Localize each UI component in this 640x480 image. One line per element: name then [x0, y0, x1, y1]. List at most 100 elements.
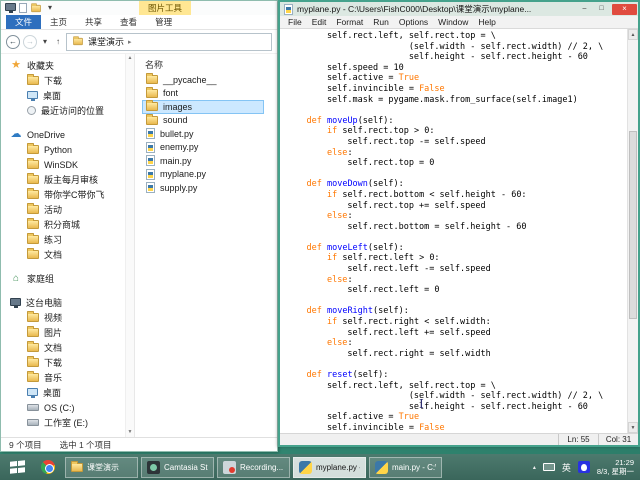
taskbar-button-camtasia[interactable]: Camtasia Stu...: [141, 457, 214, 478]
sidebar-item[interactable]: 桌面: [1, 88, 125, 103]
code-line[interactable]: self.invincible = False: [286, 423, 626, 433]
menu-run[interactable]: Run: [368, 17, 394, 27]
code-line[interactable]: else:: [286, 148, 626, 159]
menu-file[interactable]: File: [283, 17, 307, 27]
file-row[interactable]: myplane.py: [142, 168, 264, 182]
code-line[interactable]: self.rect.left = 0: [286, 285, 626, 296]
code-line[interactable]: [286, 232, 626, 243]
code-line[interactable]: [286, 296, 626, 307]
file-row[interactable]: __pycache__: [142, 73, 264, 87]
file-row[interactable]: enemy.py: [142, 141, 264, 155]
code-line[interactable]: self.rect.left += self.speed: [286, 328, 626, 339]
sidebar-item[interactable]: 带你学C带你飞: [1, 187, 125, 202]
code-line[interactable]: def reset(self):: [286, 370, 626, 381]
sidebar-item[interactable]: 桌面: [1, 385, 125, 400]
menu-window[interactable]: Window: [433, 17, 473, 27]
code-line[interactable]: self.rect.left, self.rect.top = \: [286, 31, 626, 42]
sidebar-item[interactable]: 图片: [1, 325, 125, 340]
address-box[interactable]: 课堂演示 ▸: [66, 33, 272, 51]
idle-titlebar[interactable]: myplane.py - C:\Users\FishC000\Desktop\课…: [280, 2, 638, 16]
ime-indicator[interactable]: 英: [562, 461, 571, 474]
taskbar-button-idle-main[interactable]: main.py - C:\...: [369, 457, 442, 478]
code-area[interactable]: self.rect.left, self.rect.top = \ (self.…: [286, 31, 626, 433]
editor-scroll-down-icon[interactable]: ▼: [628, 422, 638, 433]
sidebar-item[interactable]: WinSDK: [1, 157, 125, 172]
file-row[interactable]: font: [142, 87, 264, 101]
ribbon-tab-0[interactable]: 文件: [6, 15, 41, 29]
breadcrumb[interactable]: 课堂演示: [88, 35, 124, 48]
breadcrumb-chevron-icon[interactable]: ▸: [128, 38, 132, 46]
code-line[interactable]: self.invincible = False: [286, 84, 626, 95]
taskbar-button-start[interactable]: [3, 457, 31, 478]
code-line[interactable]: self.mask = pygame.mask.from_surface(sel…: [286, 95, 626, 106]
code-line[interactable]: self.rect.top += self.speed: [286, 201, 626, 212]
sidebar-item[interactable]: 积分商城: [1, 217, 125, 232]
code-line[interactable]: self.speed = 10: [286, 63, 626, 74]
sidebar-item[interactable]: Python: [1, 142, 125, 157]
sidebar-group-homegroup[interactable]: ⌂家庭组: [1, 271, 125, 286]
file-row[interactable]: main.py: [142, 154, 264, 168]
sidebar-scrollbar[interactable]: ▲ ▼: [125, 54, 134, 437]
code-line[interactable]: self.rect.left -= self.speed: [286, 264, 626, 275]
file-row[interactable]: sound: [142, 114, 264, 128]
sidebar-item[interactable]: 文档: [1, 247, 125, 262]
code-line[interactable]: [286, 105, 626, 116]
menu-help[interactable]: Help: [473, 17, 500, 27]
code-line[interactable]: self.rect.bottom = self.height - 60: [286, 222, 626, 233]
editor-scroll-up-icon[interactable]: ▲: [628, 29, 638, 40]
code-line[interactable]: self.height - self.rect.height - 60: [286, 402, 626, 413]
ribbon-tab-1[interactable]: 主页: [41, 15, 76, 29]
taskbar-button-chrome[interactable]: [34, 457, 62, 478]
sidebar-item[interactable]: 最近访问的位置: [1, 103, 125, 118]
network-icon[interactable]: [543, 463, 555, 471]
close-button[interactable]: ×: [612, 4, 637, 15]
code-line[interactable]: [286, 169, 626, 180]
qat-new-folder-icon[interactable]: [31, 4, 41, 11]
ribbon-tab-2[interactable]: 共享: [76, 15, 111, 29]
history-dropdown-icon[interactable]: ▾: [40, 35, 50, 49]
code-line[interactable]: else:: [286, 338, 626, 349]
sidebar-item[interactable]: 视频: [1, 310, 125, 325]
code-line[interactable]: else:: [286, 211, 626, 222]
sidebar-group-favorites[interactable]: ★收藏夹: [1, 58, 125, 73]
editor-scrollbar[interactable]: ▲ ▼: [627, 29, 638, 433]
sidebar-item[interactable]: 音乐: [1, 370, 125, 385]
sidebar-item[interactable]: OS (C:): [1, 400, 125, 415]
taskbar-button-explorer-folder[interactable]: 课堂演示: [65, 457, 138, 478]
minimize-button[interactable]: –: [578, 4, 591, 15]
menu-format[interactable]: Format: [331, 17, 368, 27]
code-line[interactable]: if self.rect.left > 0:: [286, 253, 626, 264]
code-line[interactable]: if self.rect.right < self.width:: [286, 317, 626, 328]
taskbar-button-recording[interactable]: Recording...: [217, 457, 290, 478]
column-header-name[interactable]: 名称: [142, 57, 277, 73]
code-line[interactable]: self.active = True: [286, 412, 626, 423]
code-line[interactable]: [286, 359, 626, 370]
sidebar-item[interactable]: 版主每月审核: [1, 172, 125, 187]
qat-properties-icon[interactable]: [19, 3, 27, 13]
menu-options[interactable]: Options: [394, 17, 433, 27]
sidebar-item[interactable]: 下载: [1, 355, 125, 370]
code-line[interactable]: if self.rect.bottom < self.height - 60:: [286, 190, 626, 201]
sidebar-item[interactable]: 下载: [1, 73, 125, 88]
file-row[interactable]: bullet.py: [142, 127, 264, 141]
sidebar-item[interactable]: 文档: [1, 340, 125, 355]
menu-edit[interactable]: Edit: [307, 17, 332, 27]
sidebar-item[interactable]: 活动: [1, 202, 125, 217]
ribbon-tab-3[interactable]: 查看: [111, 15, 146, 29]
qat-dropdown-icon[interactable]: ▾: [45, 1, 55, 15]
code-line[interactable]: if self.rect.top > 0:: [286, 126, 626, 137]
sidebar-item[interactable]: 练习: [1, 232, 125, 247]
back-button[interactable]: ←: [6, 35, 20, 49]
up-button[interactable]: ↑: [53, 35, 63, 49]
code-line[interactable]: self.rect.right = self.width: [286, 349, 626, 360]
sidebar-scroll-down-icon[interactable]: ▼: [126, 428, 134, 437]
maximize-button[interactable]: □: [595, 4, 608, 15]
code-line[interactable]: (self.width - self.rect.width) // 2, \: [286, 42, 626, 53]
sidebar-group-this-pc[interactable]: 这台电脑: [1, 295, 125, 310]
sidebar-group-onedrive[interactable]: ☁OneDrive: [1, 127, 125, 142]
clock[interactable]: 21:29 8/3, 星期一: [597, 458, 634, 477]
forward-button[interactable]: →: [23, 35, 37, 49]
ribbon-tab-4[interactable]: 管理: [146, 15, 181, 29]
code-line[interactable]: self.rect.top = 0: [286, 158, 626, 169]
code-line[interactable]: def moveDown(self):: [286, 179, 626, 190]
